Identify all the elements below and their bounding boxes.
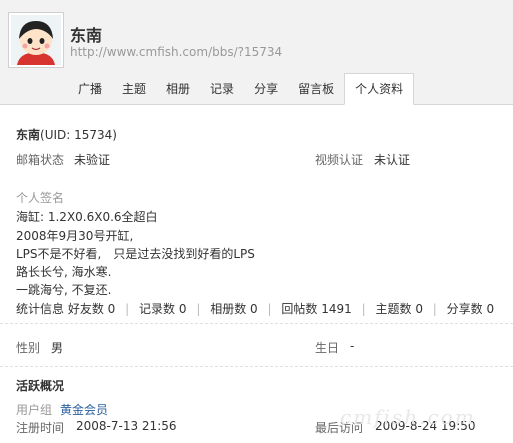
tab-shares[interactable]: 分享 [244,74,288,104]
video-auth-label: 视频认证 [315,153,364,167]
email-status-label: 邮箱状态 [16,153,65,167]
signature-line: LPS不是不好看, 只是过去没找到好看的LPS [16,247,255,261]
gender-label: 性别 [16,341,41,355]
stat-topics-label: 主题数 [375,302,412,316]
avatar-cartoon-icon [11,15,61,65]
stat-replies-label: 回帖数 [281,302,318,316]
tab-topics[interactable]: 主题 [112,74,156,104]
birthday-label: 生日 [315,341,340,355]
register-time-label: 注册时间 [16,421,65,435]
register-time-value: 2008-7-13 21:56 [76,419,177,433]
section-divider [0,366,513,367]
stat-shares-label: 分享数 [446,302,483,316]
tab-broadcast[interactable]: 广播 [68,74,112,104]
profile-tabs: 广播 主题 相册 记录 分享 留言板 个人资料 [68,73,415,105]
stat-friends-label: 统计信息 好友数 [16,302,104,316]
email-status-value: 未验证 [74,153,111,167]
username[interactable]: 东南 [70,22,102,46]
uid-line: 东南(UID: 15734) [16,126,117,143]
profile-name: 东南 [16,128,41,142]
profile-header: 东南 http://www.cmfish.com/bbs/?15734 广播 主… [0,0,513,105]
tab-records[interactable]: 记录 [200,74,244,104]
stat-records-value[interactable]: 0 [179,302,187,316]
signature-label: 个人签名 [16,191,65,205]
stat-replies-value[interactable]: 1491 [321,302,352,316]
stats-row: 统计信息 好友数 0 | 记录数 0 | 相册数 0 | 回帖数 1491 | … [16,302,495,316]
signature-line: 海缸: 1.2X0.6X0.6全超白 [16,210,158,224]
signature-line: 一跳海兮, 不复还. [16,283,112,297]
user-group-link[interactable]: 黄金会员 [60,401,108,418]
signature-line: 2008年9月30号开缸, [16,229,134,243]
avatar[interactable] [8,12,64,68]
stat-records-label: 记录数 [139,302,176,316]
activity-title: 活跃概况 [16,379,65,393]
space-url[interactable]: http://www.cmfish.com/bbs/?15734 [70,45,282,59]
uid-text: (UID: 15734) [40,128,117,142]
tab-profile[interactable]: 个人资料 [344,73,415,105]
tab-albums[interactable]: 相册 [156,74,200,104]
birthday-value: - [350,339,355,353]
section-divider [0,323,513,324]
stat-friends-value[interactable]: 0 [108,302,116,316]
gender-value: 男 [51,341,64,355]
stat-albums-label: 相册数 [210,302,247,316]
tab-message-board[interactable]: 留言板 [288,74,344,104]
signature-line: 路长长兮, 海水寒. [16,265,112,279]
user-group-label: 用户组 [16,403,53,417]
stat-albums-value[interactable]: 0 [250,302,258,316]
stat-topics-value[interactable]: 0 [415,302,423,316]
video-auth-value: 未认证 [374,153,411,167]
stat-shares-value[interactable]: 0 [487,302,495,316]
site-watermark: cmfish.com [340,405,476,429]
